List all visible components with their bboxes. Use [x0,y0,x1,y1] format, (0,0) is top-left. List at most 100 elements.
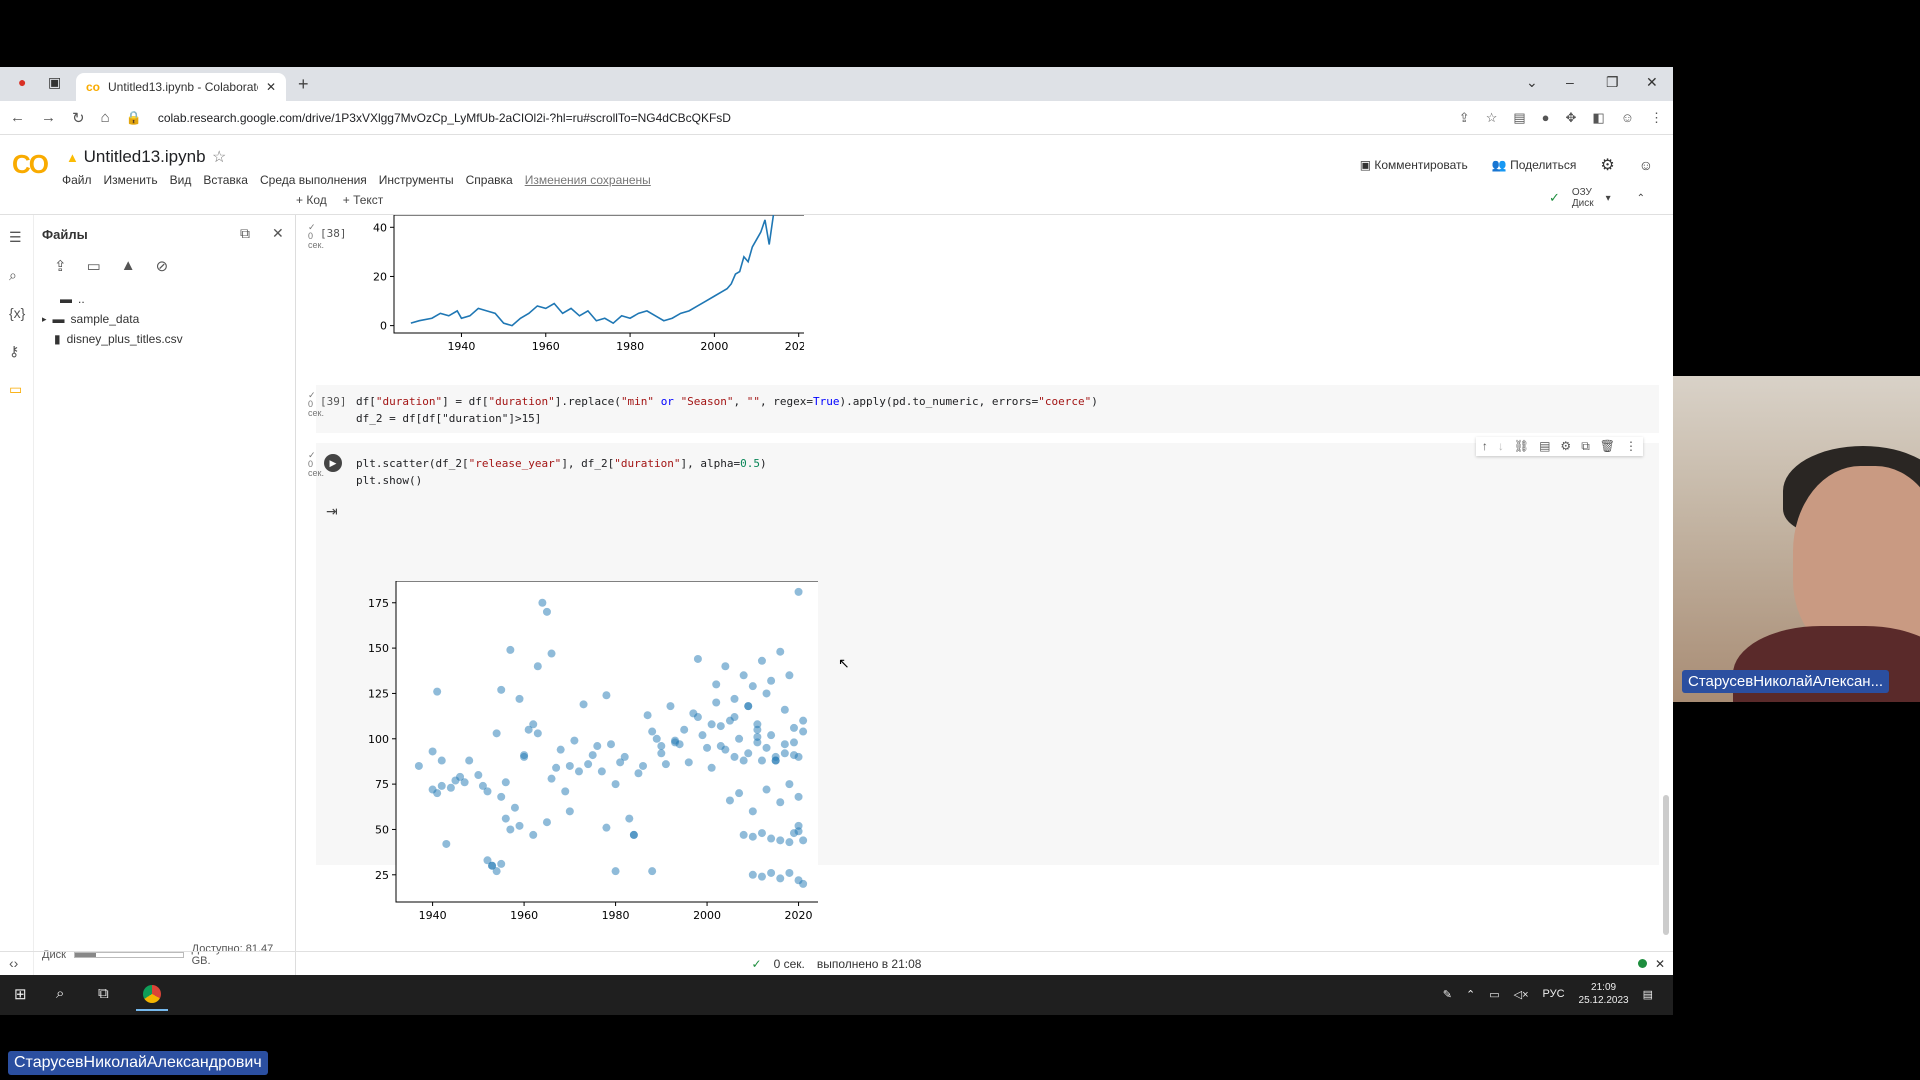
tree-parent[interactable]: ▬ .. [42,289,183,309]
toc-icon[interactable]: ☰ [9,229,22,246]
menu-file[interactable]: Файл [62,173,92,187]
puzzle-icon[interactable]: ✥ [1566,110,1577,126]
pen-icon[interactable]: ✎ [1443,988,1452,1001]
exec-count: [39] [320,395,347,408]
code-editor[interactable]: plt.scatter(df_2["release_year"], df_2["… [356,455,767,489]
more-menu-icon[interactable]: ⋮ [1650,110,1663,126]
back-icon[interactable]: ← [10,109,25,126]
notebook-title[interactable]: ▲ Untitled13.ipynb [66,147,206,167]
close-window-icon[interactable]: ✕ [1646,74,1658,91]
tray-chevron-icon[interactable]: ⌃ [1466,988,1475,1001]
link-icon[interactable]: ⛓ [1514,439,1529,454]
network-icon[interactable]: ▭ [1489,988,1499,1001]
menu-edit[interactable]: Изменить [104,173,158,187]
data-point [762,785,771,794]
x-tick-label: 1980 [602,909,630,922]
lock-icon[interactable]: 🔒 [126,110,142,126]
forward-icon[interactable]: → [41,109,56,126]
colab-logo[interactable]: CO [12,149,49,180]
data-point [497,859,506,868]
new-tab-icon[interactable]: + [298,74,309,95]
minimize-icon[interactable]: – [1566,74,1574,90]
code-editor[interactable]: df["duration"] = df["duration"].replace(… [356,393,1098,427]
tab-colab[interactable]: co Untitled13.ipynb - Colaboratory ✕ [76,73,286,101]
clock[interactable]: 21:09 25.12.2023 [1579,981,1629,1007]
search-icon[interactable]: ⌕ [56,985,64,1002]
more-icon[interactable]: ⋮ [1625,439,1637,454]
tree-item-sample-data[interactable]: ▸ ▬ sample_data [42,309,183,329]
menu-insert[interactable]: Вставка [203,173,248,187]
variables-icon[interactable]: {x} [9,305,25,321]
settings-gear-icon[interactable]: ⚙ [1600,155,1614,175]
run-cell-button[interactable]: ▶ [324,454,342,472]
menu-tools[interactable]: Инструменты [379,173,454,187]
delete-icon[interactable]: 🗑 [1600,439,1615,454]
restore-icon[interactable]: ❐ [1606,74,1619,91]
search-icon[interactable]: ⌕ [9,267,17,284]
output-actions-icon[interactable]: ⇥ [326,503,338,520]
x-tick-label: 2020 [785,340,804,353]
new-folder-icon[interactable]: ▭ [87,257,101,275]
tree-parent-label: .. [78,292,85,306]
input-language[interactable]: РУС [1543,988,1565,1000]
secrets-key-icon[interactable]: ⚷ [9,343,19,360]
task-view-icon[interactable]: ⧉ [98,985,109,1002]
tab-search-icon[interactable]: ▣ [48,74,61,91]
data-point [739,756,748,765]
url-field[interactable]: colab.research.google.com/drive/1P3xVXlg… [158,111,1443,125]
data-point [533,662,542,671]
data-point [501,814,510,823]
hide-files-icon[interactable]: ⊘ [156,257,169,275]
menu-view[interactable]: Вид [170,173,192,187]
bookmark-star-icon[interactable]: ☆ [1486,110,1498,126]
share-button[interactable]: 👥 Поделиться [1492,158,1577,172]
data-point [716,742,725,751]
menu-runtime[interactable]: Среда выполнения [260,173,367,187]
data-point [506,825,515,834]
home-icon[interactable]: ⌂ [101,109,110,126]
chevron-down-icon[interactable]: ⌄ [1526,74,1538,91]
add-code-button[interactable]: + Код [296,193,327,207]
chrome-taskbar-button[interactable] [136,979,168,1011]
add-text-button[interactable]: + Текст [343,193,384,207]
expand-arrow-icon[interactable]: ▸ [42,314,47,325]
tree-item-csv[interactable]: ▮ disney_plus_titles.csv [42,329,183,349]
extension-icon[interactable]: ▤ [1513,110,1525,126]
data-point [515,821,524,830]
close-status-icon[interactable]: ✕ [1655,957,1665,971]
extension-icon[interactable]: ● [1542,110,1550,125]
scrollbar[interactable] [1663,795,1669,935]
mount-drive-icon[interactable]: ▲ [121,257,136,275]
share-page-icon[interactable]: ⇪ [1459,110,1470,126]
account-icon[interactable]: ☺ [1639,157,1653,173]
reload-icon[interactable]: ↻ [72,109,85,127]
comment-icon[interactable]: ▤ [1539,439,1550,454]
data-point [707,763,716,772]
move-up-icon[interactable]: ↑ [1482,439,1488,454]
sidepanel-icon[interactable]: ◧ [1592,110,1604,126]
open-in-tab-icon[interactable]: ⧉ [240,225,250,242]
saved-status[interactable]: Изменения сохранены [525,173,651,187]
runtime-dropdown-icon[interactable]: ▾ [1606,193,1611,204]
mirror-cell-icon[interactable]: ⧉ [1581,439,1590,454]
windows-start-icon[interactable]: ⊞ [14,985,27,1003]
star-icon[interactable]: ☆ [212,147,226,167]
left-icon-rail: ☰ ⌕ {x} ⚷ ▭ ‹› ▤ [0,215,34,975]
collapse-header-icon[interactable]: ⌃ [1637,193,1645,204]
comment-button[interactable]: ▣ Комментировать [1360,158,1468,172]
files-folder-icon[interactable]: ▭ [9,381,22,398]
data-point [780,705,789,714]
speaker-icon[interactable]: ◁× [1514,988,1529,1001]
close-tab-icon[interactable]: ✕ [266,80,276,94]
menu-help[interactable]: Справка [466,173,513,187]
move-down-icon[interactable]: ↓ [1498,439,1504,454]
menu-bar: Файл Изменить Вид Вставка Среда выполнен… [62,173,651,187]
close-panel-icon[interactable]: ✕ [272,225,284,242]
notifications-icon[interactable]: ▤ [1643,988,1653,1001]
upload-icon[interactable]: ⇪ [54,257,67,275]
data-point [785,671,794,680]
gear-icon[interactable]: ⚙ [1560,439,1571,454]
data-point [684,758,693,767]
resources-indicator[interactable]: ✓ ОЗУ Диск ▾ ⌃ [1549,187,1645,209]
profile-icon[interactable]: ☺ [1621,110,1634,125]
